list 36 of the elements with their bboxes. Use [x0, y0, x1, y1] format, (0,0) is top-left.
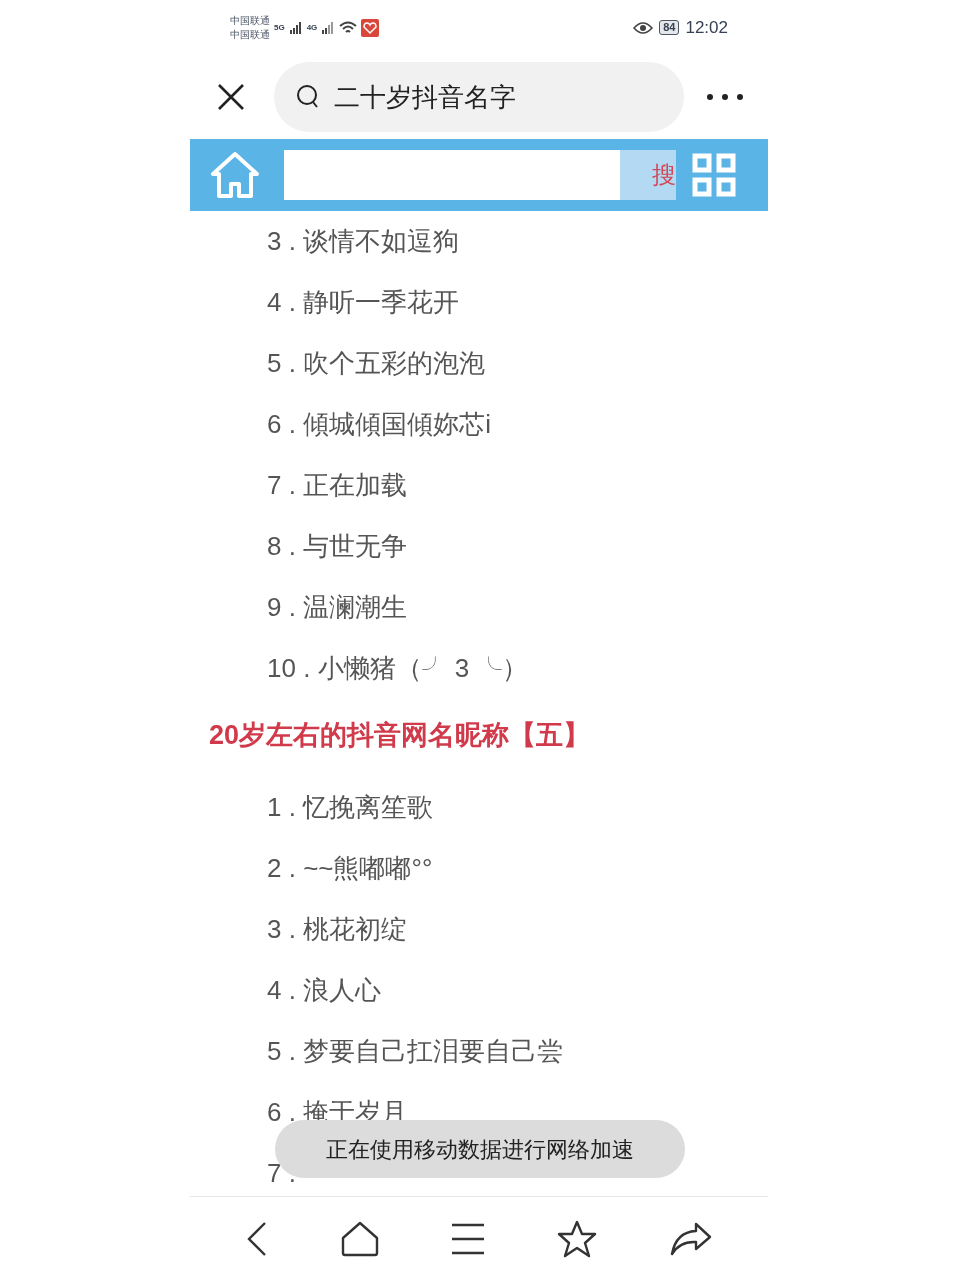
- share-icon[interactable]: [669, 1221, 712, 1256]
- list-item: 4 . 静听一季花开: [267, 286, 460, 319]
- eye-icon: [633, 20, 654, 35]
- search-icon: [296, 84, 320, 110]
- clock-time: 12:02: [685, 16, 728, 39]
- list-item: 4 . 浪人心: [267, 974, 382, 1007]
- home-icon[interactable]: [340, 1220, 379, 1257]
- search-query: 二十岁抖音名字: [334, 80, 516, 114]
- carrier-name: 中国联通: [230, 27, 270, 42]
- list-item: 10 . 小懒猪（╯ 3 ╰）: [267, 652, 529, 685]
- list-item: 2 . ~~熊嘟嘟°°: [267, 852, 433, 885]
- back-icon[interactable]: [246, 1220, 269, 1257]
- list-item: 3 . 谈情不如逗狗: [267, 225, 460, 258]
- battery-indicator: 84: [659, 20, 680, 35]
- list-item: 3 . 桃花初绽: [267, 913, 408, 946]
- list-item: 8 . 与世无争: [267, 530, 408, 563]
- list-item: 9 . 温澜潮生: [267, 591, 408, 624]
- search-field[interactable]: 二十岁抖音名字: [274, 62, 684, 132]
- wifi-icon: [339, 20, 358, 35]
- signal-icon: [321, 20, 336, 35]
- list-item: 6 . 傾城傾国傾妳芯i: [267, 408, 491, 441]
- close-icon[interactable]: [216, 82, 246, 112]
- list-item: 1 . 忆挽离笙歌: [267, 791, 434, 824]
- heart-icon: [361, 18, 380, 37]
- menu-icon[interactable]: [450, 1222, 485, 1255]
- more-icon[interactable]: [706, 93, 744, 101]
- carrier-name: 中国联通: [230, 13, 270, 28]
- list-item: 5 . 梦要自己扛泪要自己尝: [267, 1035, 564, 1068]
- list-item: 7 . 正在加载: [267, 469, 408, 502]
- list-item: 5 . 吹个五彩的泡泡: [267, 347, 486, 380]
- section-heading: 20岁左右的抖音网名昵称【五】: [208, 718, 592, 752]
- network-label: 4G: [306, 21, 318, 34]
- signal-icon: [288, 20, 303, 35]
- network-label: 5G: [274, 21, 285, 34]
- star-icon[interactable]: [557, 1219, 598, 1258]
- site-search-field[interactable]: [284, 150, 620, 200]
